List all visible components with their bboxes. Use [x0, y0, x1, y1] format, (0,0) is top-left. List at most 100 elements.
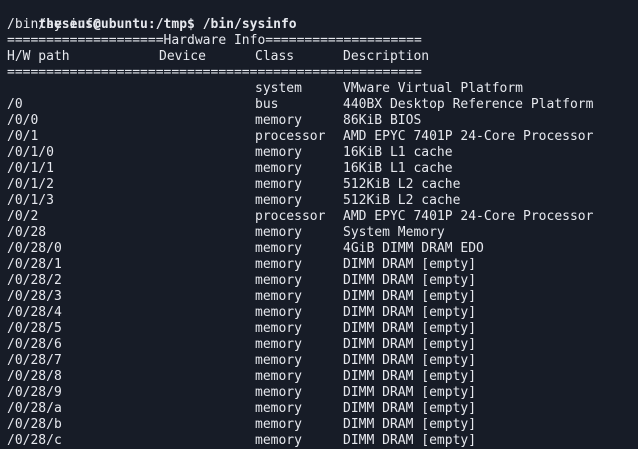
row-class: memory [255, 177, 302, 192]
row-hw-path: /0/28/a [7, 401, 62, 416]
row-description: DIMM DRAM [empty] [343, 401, 477, 416]
prompt-line: theseus@ubuntu:/tmp$ /bin/sysinfo [7, 1, 296, 32]
row-description: DIMM DRAM [empty] [343, 321, 477, 336]
row-hw-path: /0/0 [7, 113, 39, 128]
table-row: /0/1/3 memory 512KiB L2 cache [0, 193, 638, 209]
row-description: DIMM DRAM [empty] [343, 257, 477, 272]
row-hw-path: /0/28/8 [7, 369, 62, 384]
header-device: Device [159, 49, 206, 64]
row-class: memory [255, 225, 302, 240]
header-class: Class [255, 49, 295, 64]
row-description: DIMM DRAM [empty] [343, 369, 477, 384]
row-class: memory [255, 337, 302, 352]
row-class: memory [255, 417, 302, 432]
row-description: AMD EPYC 7401P 24-Core Processor [343, 129, 594, 144]
table-row: /0/2 processor AMD EPYC 7401P 24-Core Proc… [0, 209, 638, 225]
table-row: /0/28/7 memory DIMM DRAM [empty] [0, 353, 638, 369]
table-row: /0/28/8 memory DIMM DRAM [empty] [0, 369, 638, 385]
row-class: memory [255, 241, 302, 256]
command-text: /bin/sysinfo [202, 17, 297, 32]
row-class: memory [255, 305, 302, 320]
row-class: memory [255, 193, 302, 208]
row-hw-path: /0 [7, 97, 23, 112]
table-row: /0/28 memory System Memory [0, 225, 638, 241]
table-row: /0/1/2 memory 512KiB L2 cache [0, 177, 638, 193]
table-row: /0/28/a memory DIMM DRAM [empty] [0, 401, 638, 417]
prompt-path: :/tmp$ [147, 17, 203, 32]
row-hw-path: /0/28/0 [7, 241, 62, 256]
row-description: 86KiB BIOS [343, 113, 422, 128]
table-header: H/W path Device Class Description [0, 49, 638, 65]
table-row: /0 bus 440BX Desktop Reference Platform [0, 97, 638, 113]
row-description: DIMM DRAM [empty] [343, 305, 477, 320]
row-class: processor [255, 209, 326, 224]
row-description: DIMM DRAM [empty] [343, 289, 477, 304]
row-hw-path: /0/28/3 [7, 289, 62, 304]
row-description: AMD EPYC 7401P 24-Core Processor [343, 209, 594, 224]
table-row: /0/28/9 memory DIMM DRAM [empty] [0, 385, 638, 401]
row-class: system [255, 81, 302, 96]
row-hw-path: /0/28/4 [7, 305, 62, 320]
row-hw-path: /0/1 [7, 129, 39, 144]
row-description: 440BX Desktop Reference Platform [343, 97, 594, 112]
row-hw-path: /0/1/2 [7, 177, 54, 192]
row-hw-path: /0/28/b [7, 417, 62, 432]
row-description: 4GiB DIMM DRAM EDO [343, 241, 484, 256]
row-class: memory [255, 145, 302, 160]
row-class: memory [255, 353, 302, 368]
row-class: memory [255, 289, 302, 304]
row-hw-path: /0/28/2 [7, 273, 62, 288]
row-class: memory [255, 401, 302, 416]
row-hw-path: /0/2 [7, 209, 39, 224]
row-description: 16KiB L1 cache [343, 145, 453, 160]
table-row: /0/28/b memory DIMM DRAM [empty] [0, 417, 638, 433]
row-description: 512KiB L2 cache [343, 193, 461, 208]
table-row: /0/28/1 memory DIMM DRAM [empty] [0, 257, 638, 273]
row-description: DIMM DRAM [empty] [343, 353, 477, 368]
row-hw-path: /0/1/3 [7, 193, 54, 208]
row-hw-path: /0/28 [7, 225, 47, 240]
table-row: /0/28/4 memory DIMM DRAM [empty] [0, 305, 638, 321]
row-class: memory [255, 161, 302, 176]
table-row: /0/28/0 memory 4GiB DIMM DRAM EDO [0, 241, 638, 257]
row-description: DIMM DRAM [empty] [343, 433, 477, 448]
row-class: processor [255, 129, 326, 144]
banner-line: ====================Hardware Info=======… [7, 33, 422, 48]
row-description: DIMM DRAM [empty] [343, 385, 477, 400]
table-row: /0/28/3 memory DIMM DRAM [empty] [0, 289, 638, 305]
row-class: memory [255, 273, 302, 288]
row-class: memory [255, 433, 302, 448]
separator-line: ========================================… [7, 65, 422, 80]
row-description: 512KiB L2 cache [343, 177, 461, 192]
table-row: /0/28/c memory DIMM DRAM [empty] [0, 433, 638, 449]
row-description: VMware Virtual Platform [343, 81, 524, 96]
table-row: /0/28/5 memory DIMM DRAM [empty] [0, 321, 638, 337]
row-class: memory [255, 113, 302, 128]
table-row: /0/1/0 memory 16KiB L1 cache [0, 145, 638, 161]
row-description: DIMM DRAM [empty] [343, 273, 477, 288]
row-description: 16KiB L1 cache [343, 161, 453, 176]
row-hw-path: /0/28/6 [7, 337, 62, 352]
row-hw-path: /0/28/7 [7, 353, 62, 368]
row-class: memory [255, 257, 302, 272]
row-class: bus [255, 97, 279, 112]
row-class: memory [255, 369, 302, 384]
header-hw-path: H/W path [7, 49, 70, 64]
table-row: /0/1/1 memory 16KiB L1 cache [0, 161, 638, 177]
header-description: Description [343, 49, 430, 64]
row-hw-path: /0/1/1 [7, 161, 54, 176]
table-row: /0/28/6 memory DIMM DRAM [empty] [0, 337, 638, 353]
row-description: DIMM DRAM [empty] [343, 337, 477, 352]
table-row: /0/28/2 memory DIMM DRAM [empty] [0, 273, 638, 289]
row-description: DIMM DRAM [empty] [343, 417, 477, 432]
terminal-window[interactable]: theseus@ubuntu:/tmp$ /bin/sysinfo /bin/s… [0, 0, 638, 449]
row-description: System Memory [343, 225, 445, 240]
command-echo: /bin/sysinfo [7, 17, 101, 32]
row-hw-path: /0/28/5 [7, 321, 62, 336]
row-hw-path: /0/1/0 [7, 145, 54, 160]
table-row: system VMware Virtual Platform [0, 81, 638, 97]
row-hw-path: /0/28/1 [7, 257, 62, 272]
row-hw-path: /0/28/c [7, 433, 62, 448]
row-class: memory [255, 385, 302, 400]
table-row: /0/0 memory 86KiB BIOS [0, 113, 638, 129]
